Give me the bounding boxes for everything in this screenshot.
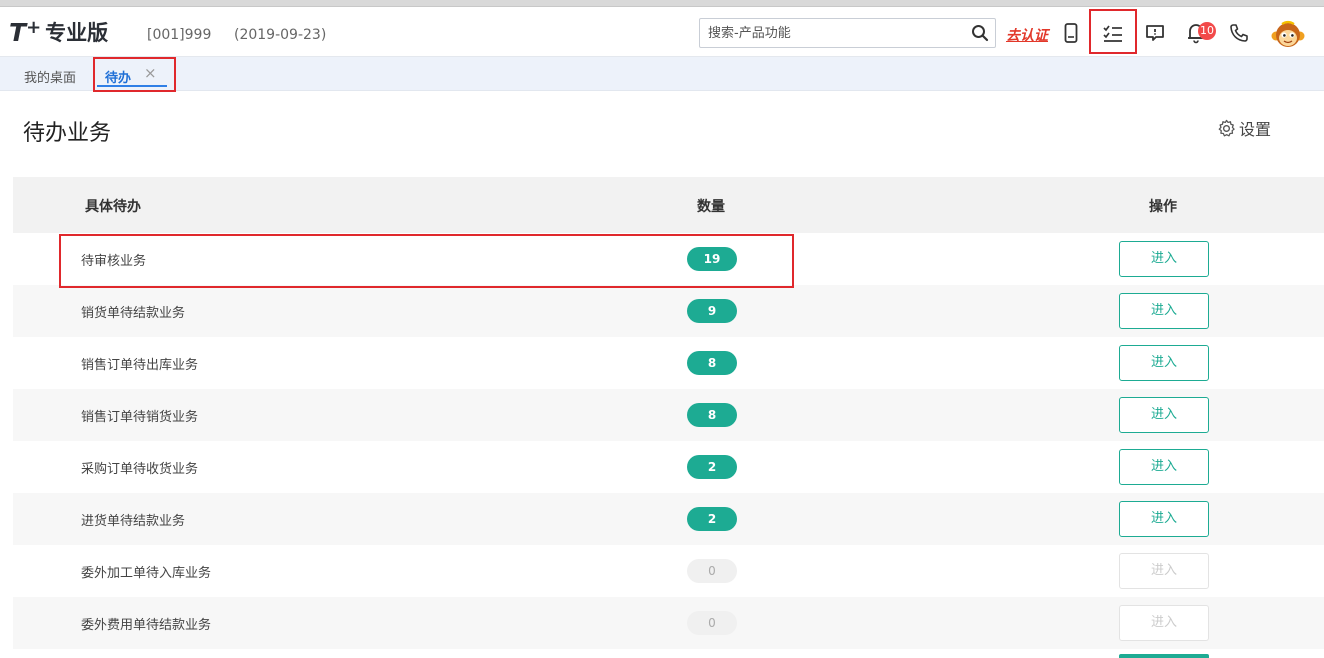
table-row: 销售订单待销货业务 8 进入 <box>13 389 1324 441</box>
count-badge: 2 <box>687 507 737 531</box>
mobile-icon[interactable] <box>1059 21 1083 45</box>
count-badge: 8 <box>687 351 737 375</box>
header-item: 具体待办 <box>85 199 141 215</box>
search-input[interactable] <box>708 23 963 43</box>
enter-button: 进入 <box>1119 605 1209 641</box>
header-count: 数量 <box>697 199 725 215</box>
settings-label: 设置 <box>1239 120 1272 139</box>
phone-icon[interactable] <box>1227 21 1251 45</box>
count-badge: 8 <box>687 403 737 427</box>
gear-icon <box>1218 119 1235 136</box>
table-body: 待审核业务 19 进入 销货单待结款业务 9 进入 销售订单待出库业务 8 进入 销售订单待销货业… <box>13 233 1324 649</box>
tab-highlight <box>93 57 176 92</box>
table-row: 销售订单待出库业务 8 进入 <box>13 337 1324 389</box>
logo-t: T <box>9 17 26 47</box>
partial-enter-button <box>1119 654 1209 658</box>
todo-item-name: 进货单待结款业务 <box>81 514 186 529</box>
enter-button[interactable]: 进入 <box>1119 241 1209 277</box>
enter-button[interactable]: 进入 <box>1119 293 1209 329</box>
count-badge: 2 <box>687 455 737 479</box>
todo-item-name: 采购订单待收货业务 <box>81 462 199 477</box>
count-badge: 0 <box>687 611 737 635</box>
edition-label: 专业版 <box>45 21 109 45</box>
notification-badge: 10 <box>1198 22 1216 40</box>
enter-button[interactable]: 进入 <box>1119 397 1209 433</box>
search-box[interactable] <box>699 18 996 48</box>
todo-item-name: 委外费用单待结款业务 <box>81 618 212 633</box>
account-id: [001]999 <box>147 27 212 43</box>
page-title: 待办业务 <box>23 121 112 146</box>
enter-button[interactable]: 进入 <box>1119 501 1209 537</box>
settings-button[interactable]: 设置 <box>1217 116 1271 140</box>
message-icon[interactable] <box>1143 21 1167 45</box>
verify-link[interactable]: 去认证 <box>1006 25 1048 45</box>
header-action: 操作 <box>1149 199 1177 215</box>
enter-button[interactable]: 进入 <box>1119 345 1209 381</box>
todo-item-name: 销售订单待出库业务 <box>81 358 199 373</box>
table-row: 进货单待结款业务 2 进入 <box>13 493 1324 545</box>
count-badge: 0 <box>687 559 737 583</box>
table-row: 委外费用单待结款业务 0 进入 <box>13 597 1324 649</box>
todo-item-name: 委外加工单待入库业务 <box>81 566 212 581</box>
enter-button[interactable]: 进入 <box>1119 449 1209 485</box>
task-icon-highlight <box>1089 9 1137 54</box>
table-row: 委外加工单待入库业务 0 进入 <box>13 545 1324 597</box>
row-highlight <box>59 234 794 288</box>
monkey-avatar[interactable] <box>1271 19 1305 53</box>
table-row: 采购订单待收货业务 2 进入 <box>13 441 1324 493</box>
table-header: 具体待办 数量 操作 <box>13 177 1324 233</box>
tab-bar: 我的桌面 待办 × <box>0 57 1324 91</box>
account-date: (2019-09-23) <box>234 27 327 43</box>
todo-item-name: 销售订单待销货业务 <box>81 410 199 425</box>
table-row: 销货单待结款业务 9 进入 <box>13 285 1324 337</box>
app-logo: T + 专业版 <box>9 16 109 47</box>
count-badge: 9 <box>687 299 737 323</box>
search-icon[interactable] <box>971 24 989 42</box>
window-top-border <box>0 0 1324 7</box>
enter-button: 进入 <box>1119 553 1209 589</box>
tab-my-desktop[interactable]: 我的桌面 <box>24 67 76 86</box>
todo-item-name: 销货单待结款业务 <box>81 306 186 321</box>
logo-plus: + <box>26 16 42 38</box>
